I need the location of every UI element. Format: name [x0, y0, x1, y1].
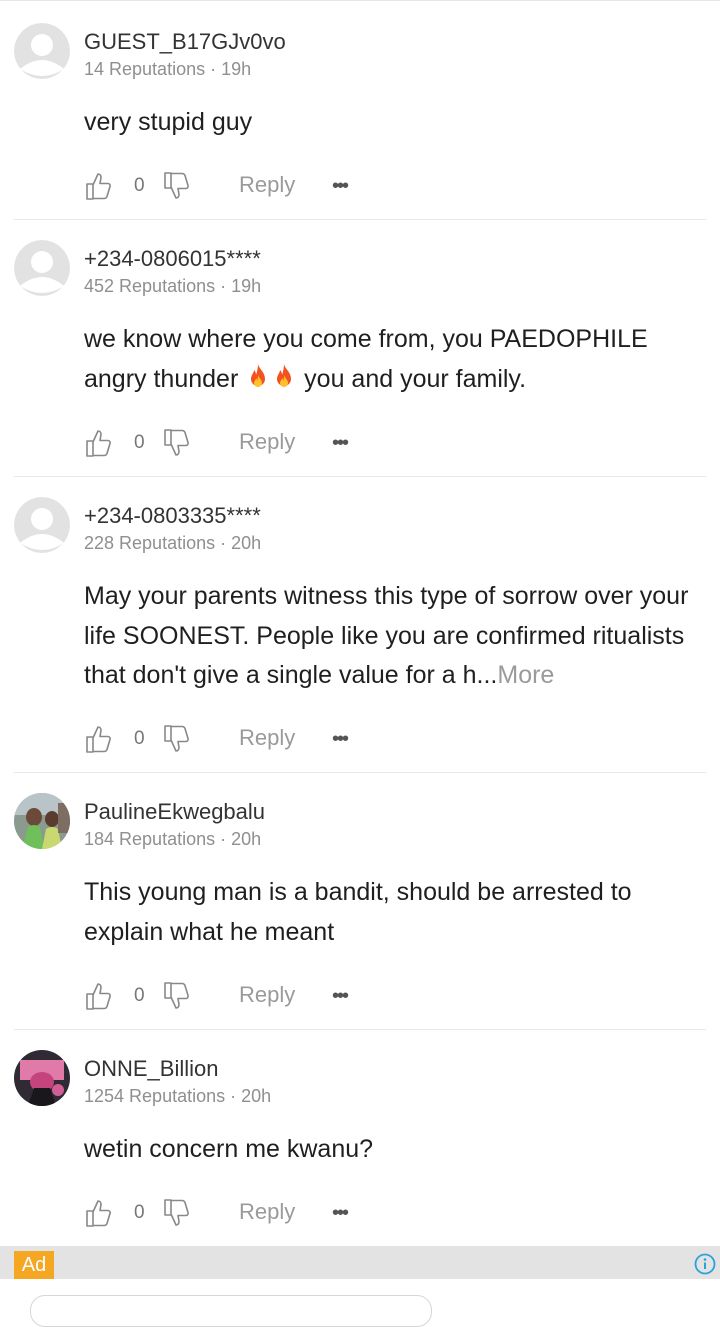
meta-separator: · [225, 1086, 242, 1106]
thumbs-up-icon[interactable] [84, 981, 112, 1011]
username[interactable]: PaulineEkwegbalu [84, 799, 265, 825]
more-dots-icon[interactable]: ••• [332, 985, 349, 1008]
more-link[interactable]: More [497, 661, 554, 689]
photo-avatar[interactable] [14, 1050, 70, 1106]
thumbs-down-icon[interactable] [162, 1198, 190, 1228]
meta-separator: · [215, 829, 232, 849]
comment-meta: 452 Reputations · 19h [84, 276, 261, 297]
reputation-count: 14 Reputations [84, 59, 206, 79]
ad-banner[interactable]: Ad [0, 1246, 720, 1279]
more-dots-icon[interactable]: ••• [332, 432, 349, 455]
username[interactable]: ONNE_Billion [84, 1056, 219, 1082]
comment-actions: 0 Reply ••• [84, 428, 384, 460]
default-avatar-icon[interactable] [14, 240, 70, 296]
reputation-count: 228 Reputations [84, 533, 216, 553]
comment-time: 20h [231, 533, 262, 553]
comment-input-area [0, 1279, 720, 1327]
username[interactable]: GUEST_B17GJv0vo [84, 29, 286, 55]
comment-time: 20h [241, 1086, 272, 1106]
comment-divider [14, 476, 706, 477]
meta-separator: · [205, 59, 222, 79]
meta-separator: · [215, 533, 232, 553]
comment-meta: 228 Reputations · 20h [84, 533, 261, 554]
comment-actions: 0 Reply ••• [84, 1198, 384, 1230]
fire-emoji [251, 363, 266, 387]
reputation-count: 452 Reputations [84, 276, 216, 296]
like-count: 0 [134, 985, 145, 1006]
like-count: 0 [134, 432, 145, 453]
comment-text: May your parents witness this type of so… [84, 577, 704, 696]
reply-button[interactable]: Reply [239, 725, 295, 751]
reply-button[interactable]: Reply [239, 982, 295, 1008]
thumbs-down-icon[interactable] [162, 981, 190, 1011]
meta-separator: · [215, 276, 232, 296]
thumbs-down-icon[interactable] [162, 171, 190, 201]
comment-text-content: May your parents witness this type of so… [84, 582, 689, 689]
more-dots-icon[interactable]: ••• [332, 728, 349, 751]
comment-time: 19h [231, 276, 262, 296]
comment-meta: 184 Reputations · 20h [84, 829, 261, 850]
comment-text: we know where you come from, you PAEDOPH… [84, 320, 704, 399]
comment-text: This young man is a bandit, should be ar… [84, 878, 632, 946]
reputation-count: 1254 Reputations [84, 1086, 226, 1106]
comment-actions: 0 Reply ••• [84, 724, 384, 756]
comment-actions: 0 Reply ••• [84, 981, 384, 1013]
thumbs-up-icon[interactable] [84, 724, 112, 754]
comment-divider [14, 1029, 706, 1030]
comment-text-part: you and your family. [297, 364, 527, 393]
comment-input[interactable] [30, 1295, 432, 1327]
top-divider [0, 0, 720, 1]
comment-meta: 1254 Reputations · 20h [84, 1086, 271, 1107]
fire-emoji [277, 363, 292, 387]
more-dots-icon[interactable]: ••• [332, 175, 349, 198]
comment-text: wetin concern me kwanu? [84, 1135, 374, 1163]
thumbs-down-icon[interactable] [162, 428, 190, 458]
reputation-count: 184 Reputations [84, 829, 216, 849]
comment-time: 19h [221, 59, 252, 79]
username[interactable]: +234-0806015**** [84, 246, 261, 272]
more-dots-icon[interactable]: ••• [332, 1202, 349, 1225]
thumbs-up-icon[interactable] [84, 1198, 112, 1228]
photo-avatar[interactable] [14, 793, 70, 849]
reply-button[interactable]: Reply [239, 429, 295, 455]
comment-divider [14, 219, 706, 220]
like-count: 0 [134, 175, 145, 196]
like-count: 0 [134, 1202, 145, 1223]
default-avatar-icon[interactable] [14, 497, 70, 553]
username[interactable]: +234-0803335**** [84, 503, 261, 529]
comment-actions: 0 Reply ••• [84, 171, 384, 203]
like-count: 0 [134, 728, 145, 749]
thumbs-down-icon[interactable] [162, 724, 190, 754]
comment-divider [14, 772, 706, 773]
info-icon[interactable] [694, 1253, 716, 1275]
comment-text: very stupid guy [84, 108, 253, 136]
reply-button[interactable]: Reply [239, 172, 295, 198]
thumbs-up-icon[interactable] [84, 171, 112, 201]
thumbs-up-icon[interactable] [84, 428, 112, 458]
comment-time: 20h [231, 829, 262, 849]
reply-button[interactable]: Reply [239, 1199, 295, 1225]
comment-meta: 14 Reputations · 19h [84, 59, 251, 80]
ad-badge: Ad [14, 1251, 54, 1279]
default-avatar-icon[interactable] [14, 23, 70, 79]
